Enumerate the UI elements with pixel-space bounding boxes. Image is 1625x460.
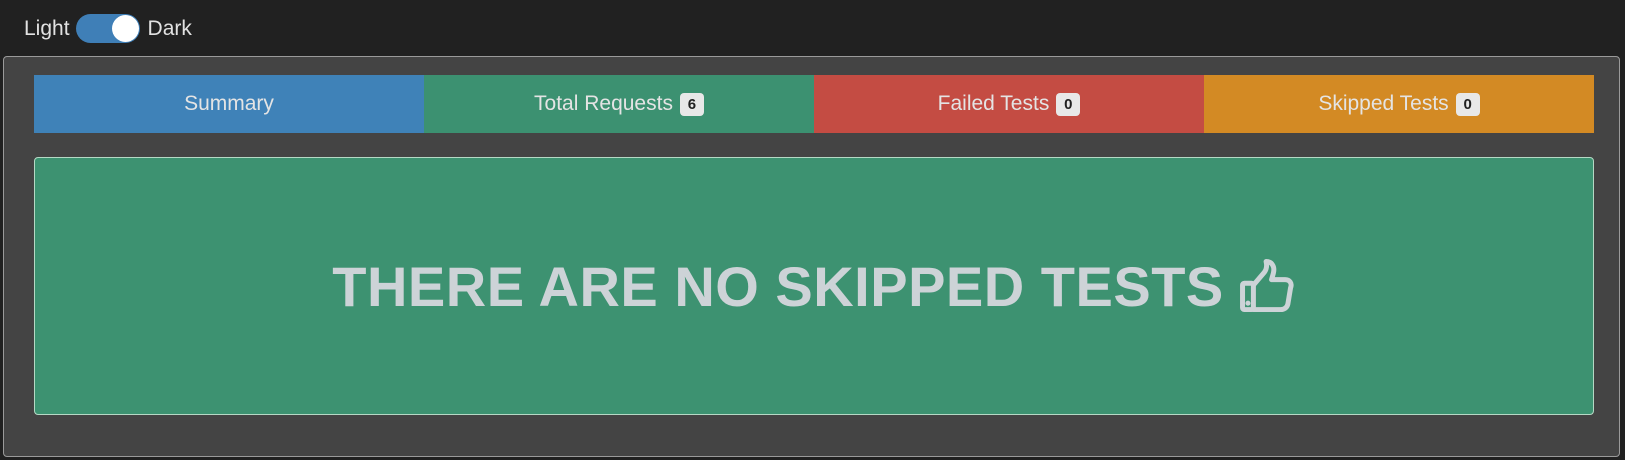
- theme-toggle[interactable]: [75, 13, 140, 43]
- tab-skipped-tests[interactable]: Skipped Tests 0: [1204, 75, 1594, 133]
- tab-summary[interactable]: Summary: [34, 75, 424, 133]
- total-requests-count-badge: 6: [679, 92, 704, 116]
- skipped-tests-count-badge: 0: [1455, 92, 1480, 116]
- thumbs-up-icon: [1239, 259, 1294, 313]
- tab-total-requests[interactable]: Total Requests 6: [424, 75, 814, 133]
- top-bar: Light Dark: [0, 0, 1625, 56]
- report-panel: Summary Total Requests 6 Failed Tests 0 …: [3, 56, 1620, 457]
- tab-skipped-tests-label: Skipped Tests: [1318, 92, 1449, 115]
- tab-failed-tests-label: Failed Tests: [937, 92, 1050, 115]
- theme-light-label: Light: [24, 16, 70, 40]
- theme-dark-label: Dark: [147, 16, 192, 40]
- tab-failed-tests[interactable]: Failed Tests 0: [814, 75, 1204, 133]
- failed-tests-count-badge: 0: [1056, 92, 1081, 116]
- tab-summary-label: Summary: [184, 92, 274, 115]
- toggle-knob: [111, 14, 139, 42]
- report-tabs: Summary Total Requests 6 Failed Tests 0 …: [34, 75, 1594, 133]
- tab-total-requests-label: Total Requests: [534, 92, 673, 115]
- no-skipped-tests-message: THERE ARE NO SKIPPED TESTS: [34, 157, 1594, 415]
- message-text: THERE ARE NO SKIPPED TESTS: [332, 254, 1224, 318]
